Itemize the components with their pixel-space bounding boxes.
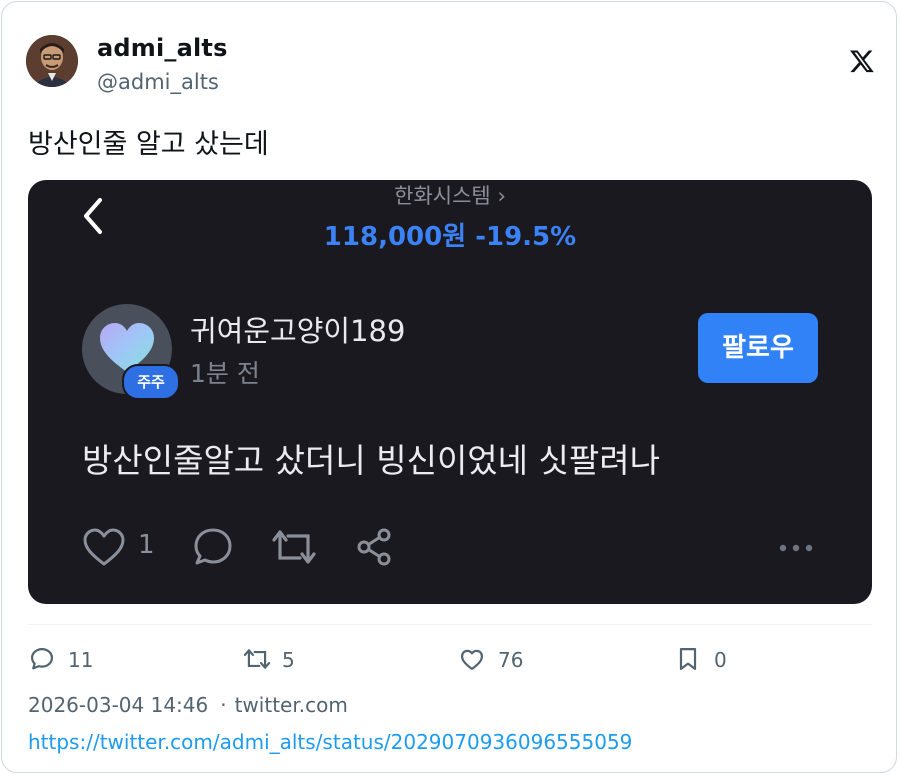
post-username: 귀여운고양이189 bbox=[190, 314, 406, 348]
bookmark-icon bbox=[679, 647, 697, 671]
retweet-count: 5 bbox=[282, 648, 295, 672]
x-logo-icon[interactable] bbox=[849, 48, 875, 74]
author-avatar[interactable] bbox=[26, 35, 78, 87]
post-heart-icon bbox=[82, 528, 126, 572]
shareholder-badge: 주주 bbox=[122, 364, 180, 400]
media-company-name: 한화시스템 › bbox=[28, 180, 872, 210]
company-label: 한화시스템 bbox=[394, 184, 491, 208]
author-display-name[interactable]: admi_alts bbox=[97, 34, 228, 62]
tweet-source: twitter.com bbox=[234, 693, 348, 717]
post-comment-icon bbox=[192, 526, 234, 572]
company-chevron-icon: › bbox=[497, 184, 506, 208]
post-repost-icon bbox=[270, 526, 318, 572]
follow-button: 팔로우 bbox=[698, 313, 818, 383]
post-like-count: 1 bbox=[138, 530, 155, 560]
author-handle[interactable]: @admi_alts bbox=[97, 70, 219, 94]
divider bbox=[28, 624, 872, 625]
media-price-change: 118,000원 -19.5% bbox=[323, 222, 577, 252]
retweet-icon bbox=[243, 649, 271, 669]
post-share-icon bbox=[354, 526, 396, 572]
bookmark-count: 0 bbox=[714, 648, 727, 672]
post-more-icon bbox=[776, 540, 816, 559]
tweet-datetime[interactable]: 2026-03-04 14:46 bbox=[28, 693, 208, 717]
tweet-text: 방산인줄 알고 샀는데 bbox=[28, 129, 269, 160]
tweet-meta: 2026-03-04 14:46 · twitter.com bbox=[28, 693, 348, 717]
post-body: 방산인줄알고 샀더니 빙신이었네 싯팔려나 bbox=[82, 441, 660, 480]
tweet-media-image[interactable]: 한화시스템 › 118,000원 -19.5% 주주 귀여운고양이189 1분 … bbox=[28, 180, 872, 604]
like-count: 76 bbox=[498, 648, 524, 672]
reply-count: 11 bbox=[68, 648, 94, 672]
heart-icon bbox=[460, 649, 484, 671]
post-time: 1분 전 bbox=[190, 359, 260, 388]
meta-separator: · bbox=[220, 693, 227, 717]
tweet-url-link[interactable]: https://twitter.com/admi_alts/status/202… bbox=[28, 730, 632, 754]
reply-icon bbox=[30, 647, 54, 670]
